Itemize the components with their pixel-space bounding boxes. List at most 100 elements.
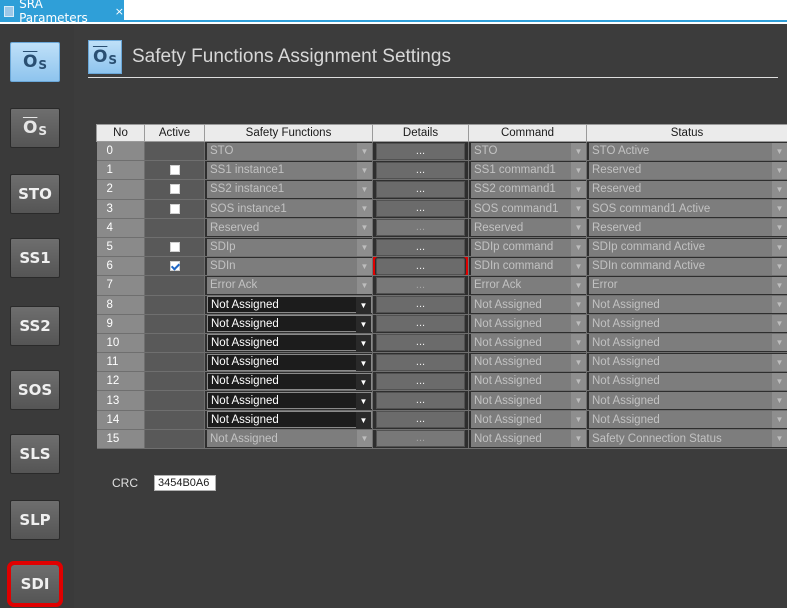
safety-function-dropdown[interactable]: Not Assigned ▼ [207,334,372,352]
dropdown-arrow-icon[interactable]: ▼ [357,238,372,256]
status-dropdown[interactable]: Reserved ▼ [589,219,787,237]
status-dropdown[interactable]: Not Assigned ▼ [589,315,787,333]
details-button[interactable]: ... [376,411,465,429]
safety-function-dropdown[interactable]: SOS instance1 ▼ [207,200,372,218]
safety-function-dropdown[interactable]: Not Assigned ▼ [207,296,372,314]
details-button[interactable]: ... [376,296,465,314]
dropdown-arrow-icon[interactable]: ▼ [772,430,787,448]
active-checkbox[interactable] [169,261,180,272]
dropdown-arrow-icon[interactable]: ▼ [357,276,372,294]
dropdown-arrow-icon[interactable]: ▼ [356,297,371,314]
safety-function-dropdown[interactable]: Reserved ▼ [207,219,372,237]
dropdown-arrow-icon[interactable]: ▼ [571,276,586,294]
dropdown-arrow-icon[interactable]: ▼ [571,238,586,256]
active-checkbox[interactable] [169,203,180,214]
safety-function-dropdown[interactable]: SDIn ▼ [207,257,372,275]
dropdown-arrow-icon[interactable]: ▼ [571,372,586,390]
sidebar-item-sos[interactable]: SOS [10,370,60,410]
dropdown-arrow-icon[interactable]: ▼ [571,353,586,371]
command-dropdown[interactable]: Error Ack ▼ [471,276,586,294]
details-button[interactable]: ... [376,219,465,237]
details-button[interactable]: ... [376,430,465,448]
dropdown-arrow-icon[interactable]: ▼ [357,180,372,198]
dropdown-arrow-icon[interactable]: ▼ [571,219,586,237]
active-checkbox[interactable] [169,242,180,252]
details-button[interactable]: ... [372,256,468,275]
status-dropdown[interactable]: Not Assigned ▼ [589,334,787,352]
sidebar-item-sdi[interactable]: SDI [7,561,63,607]
details-button[interactable]: ... [376,200,465,218]
dropdown-arrow-icon[interactable]: ▼ [772,411,787,429]
close-icon[interactable]: × [115,5,124,18]
sidebar-item-slp[interactable]: SLP [10,500,60,540]
status-dropdown[interactable]: STO Active ▼ [589,142,787,160]
command-dropdown[interactable]: Not Assigned ▼ [471,430,586,448]
dropdown-arrow-icon[interactable]: ▼ [356,316,371,333]
dropdown-arrow-icon[interactable]: ▼ [571,200,586,218]
dropdown-arrow-icon[interactable]: ▼ [772,372,787,390]
dropdown-arrow-icon[interactable]: ▼ [571,180,586,198]
dropdown-arrow-icon[interactable]: ▼ [772,315,787,333]
command-dropdown[interactable]: SDIn command ▼ [471,257,586,275]
dropdown-arrow-icon[interactable]: ▼ [772,257,787,275]
dropdown-arrow-icon[interactable]: ▼ [357,200,372,218]
safety-function-dropdown[interactable]: Not Assigned ▼ [207,392,372,410]
dropdown-arrow-icon[interactable]: ▼ [772,161,787,179]
sidebar-item-tools[interactable]: OS [10,108,60,148]
dropdown-arrow-icon[interactable]: ▼ [357,161,372,179]
dropdown-arrow-icon[interactable]: ▼ [571,315,586,333]
status-dropdown[interactable]: Not Assigned ▼ [589,372,787,390]
command-dropdown[interactable]: Not Assigned ▼ [471,392,586,410]
details-button[interactable]: ... [376,276,465,294]
status-dropdown[interactable]: Not Assigned ▼ [589,392,787,410]
status-dropdown[interactable]: Not Assigned ▼ [589,353,787,371]
dropdown-arrow-icon[interactable]: ▼ [772,200,787,218]
safety-function-dropdown[interactable]: SDIp ▼ [207,238,372,256]
details-button[interactable]: ... [376,161,465,179]
safety-function-dropdown[interactable]: Not Assigned ▼ [207,372,372,390]
command-dropdown[interactable]: Not Assigned ▼ [471,315,586,333]
command-dropdown[interactable]: SS2 command1 ▼ [471,180,586,198]
dropdown-arrow-icon[interactable]: ▼ [357,219,372,237]
dropdown-arrow-icon[interactable]: ▼ [772,219,787,237]
safety-function-dropdown[interactable]: STO ▼ [207,142,372,160]
sidebar-item-settings[interactable]: OS [10,42,60,82]
details-button[interactable]: ... [376,180,465,198]
details-button[interactable]: ... [376,372,465,390]
command-dropdown[interactable]: SOS command1 ▼ [471,200,586,218]
dropdown-arrow-icon[interactable]: ▼ [571,411,586,429]
status-dropdown[interactable]: Not Assigned ▼ [589,411,787,429]
dropdown-arrow-icon[interactable]: ▼ [772,238,787,256]
dropdown-arrow-icon[interactable]: ▼ [571,296,586,314]
dropdown-arrow-icon[interactable]: ▼ [571,430,586,448]
command-dropdown[interactable]: SS1 command1 ▼ [471,161,586,179]
safety-function-dropdown[interactable]: SS2 instance1 ▼ [207,180,372,198]
active-checkbox[interactable] [169,184,180,195]
command-dropdown[interactable]: SDIp command ▼ [471,238,586,256]
dropdown-arrow-icon[interactable]: ▼ [772,353,787,371]
dropdown-arrow-icon[interactable]: ▼ [356,354,371,371]
dropdown-arrow-icon[interactable]: ▼ [571,257,586,275]
command-dropdown[interactable]: STO ▼ [471,142,586,160]
dropdown-arrow-icon[interactable]: ▼ [772,276,787,294]
dropdown-arrow-icon[interactable]: ▼ [357,257,372,275]
safety-function-dropdown[interactable]: SS1 instance1 ▼ [207,161,372,179]
status-dropdown[interactable]: Not Assigned ▼ [589,296,787,314]
dropdown-arrow-icon[interactable]: ▼ [772,392,787,410]
status-dropdown[interactable]: SDIp command Active ▼ [589,238,787,256]
dropdown-arrow-icon[interactable]: ▼ [356,412,371,429]
safety-function-dropdown[interactable]: Not Assigned ▼ [207,315,372,333]
safety-function-dropdown[interactable]: Not Assigned ▼ [207,411,372,429]
command-dropdown[interactable]: Not Assigned ▼ [471,372,586,390]
details-button[interactable]: ... [376,238,465,256]
dropdown-arrow-icon[interactable]: ▼ [772,180,787,198]
dropdown-arrow-icon[interactable]: ▼ [571,142,586,160]
dropdown-arrow-icon[interactable]: ▼ [772,142,787,160]
safety-function-dropdown[interactable]: Not Assigned ▼ [207,353,372,371]
safety-function-dropdown[interactable]: Not Assigned ▼ [207,430,372,448]
command-dropdown[interactable]: Not Assigned ▼ [471,353,586,371]
sidebar-item-ss1[interactable]: SS1 [10,238,60,278]
dropdown-arrow-icon[interactable]: ▼ [571,161,586,179]
sidebar-item-sto[interactable]: STO [10,174,60,214]
dropdown-arrow-icon[interactable]: ▼ [571,392,586,410]
